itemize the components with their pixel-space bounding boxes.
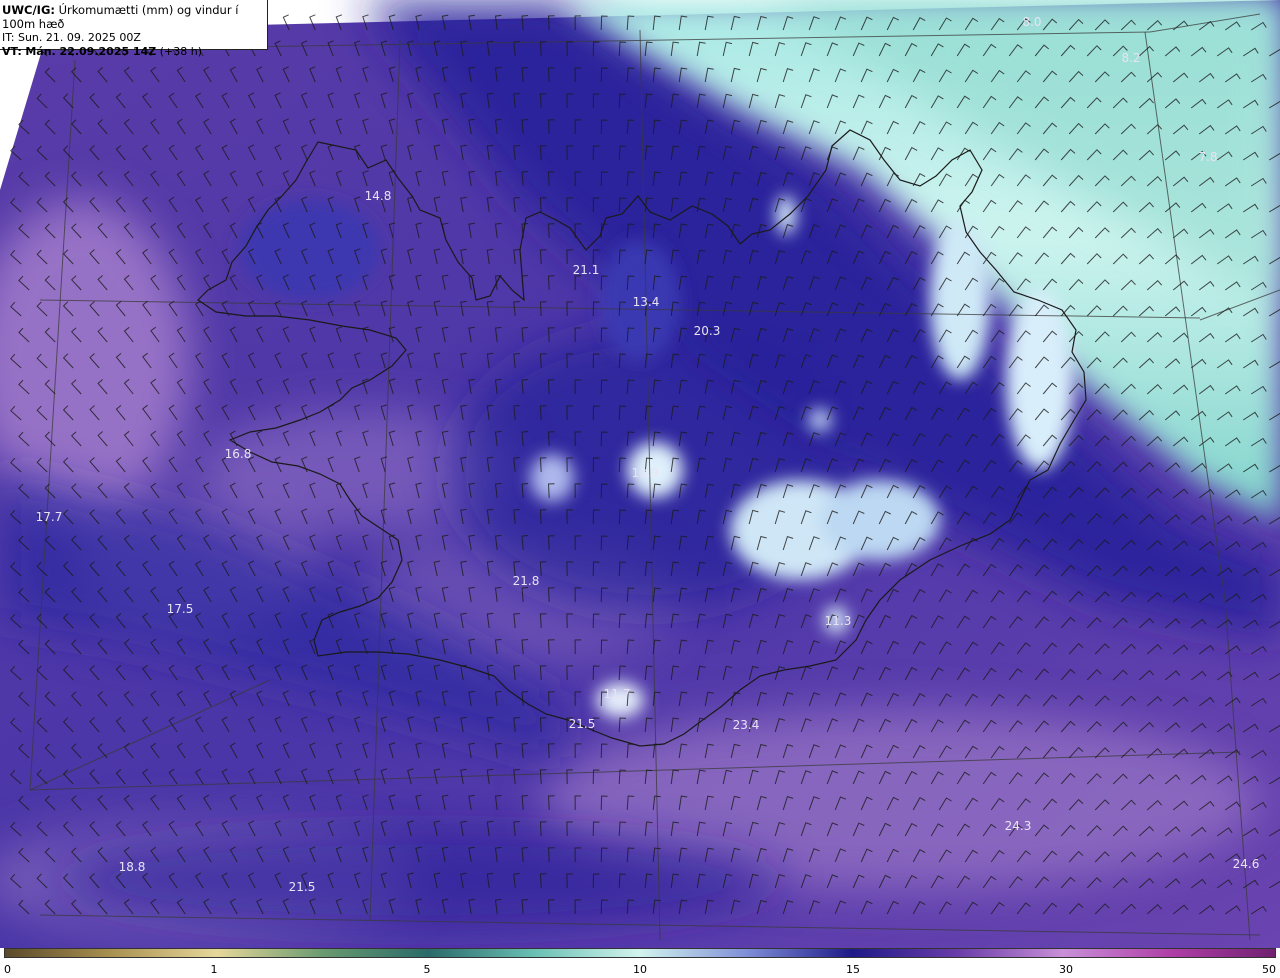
colorbar-tick: 0: [4, 963, 11, 976]
value-label: 18.8: [118, 860, 146, 874]
value-label: 24.3: [1004, 819, 1032, 833]
value-label: 21.1: [572, 263, 600, 277]
colorbar-tick: 5: [423, 963, 431, 976]
colorbar-tick: 15: [846, 963, 860, 976]
lead-time: (+38 h): [159, 45, 203, 58]
map-info-box: UWC/IG: Úrkomumætti (mm) og vindur í 100…: [0, 0, 268, 58]
init-time: IT: Sun. 21. 09. 2025 00Z: [2, 31, 141, 44]
valid-time: Mán. 22.09.2025 14Z: [25, 45, 157, 58]
precip-colorbar: 0 1 5 10 15 30 50: [0, 948, 1280, 978]
valid-prefix: VT:: [2, 45, 22, 58]
colorbar-tick: 1: [210, 963, 218, 976]
value-label: 23.4: [732, 718, 760, 732]
value-label: 8.2: [1121, 51, 1141, 65]
colorbar-tick: 10: [633, 963, 647, 976]
value-label: 21.5: [568, 717, 596, 731]
value-label: 13.9: [631, 466, 659, 480]
value-label: 13.4: [632, 295, 660, 309]
value-label: 21.5: [288, 880, 316, 894]
value-label: 7.8: [1198, 150, 1218, 164]
colorbar-gradient: [4, 948, 1276, 958]
colorbar-tick: 50: [1262, 963, 1276, 976]
value-label: 16.8: [224, 447, 252, 461]
value-label: 21.8: [512, 574, 540, 588]
value-label: 20.3: [693, 324, 721, 338]
value-label: 8.0: [1022, 15, 1042, 29]
value-label: 14.8: [364, 189, 392, 203]
value-label: 11.3: [824, 614, 852, 628]
colorbar-tick: 30: [1059, 963, 1073, 976]
value-label: 17.5: [166, 602, 194, 616]
value-label: 11.7: [603, 687, 631, 701]
value-label: 17.7: [35, 510, 63, 524]
model-label: UWC/IG:: [2, 3, 55, 17]
value-label: 24.6: [1232, 857, 1260, 871]
map-panel: UWC/IG: Úrkomumætti (mm) og vindur í 100…: [0, 0, 1280, 948]
